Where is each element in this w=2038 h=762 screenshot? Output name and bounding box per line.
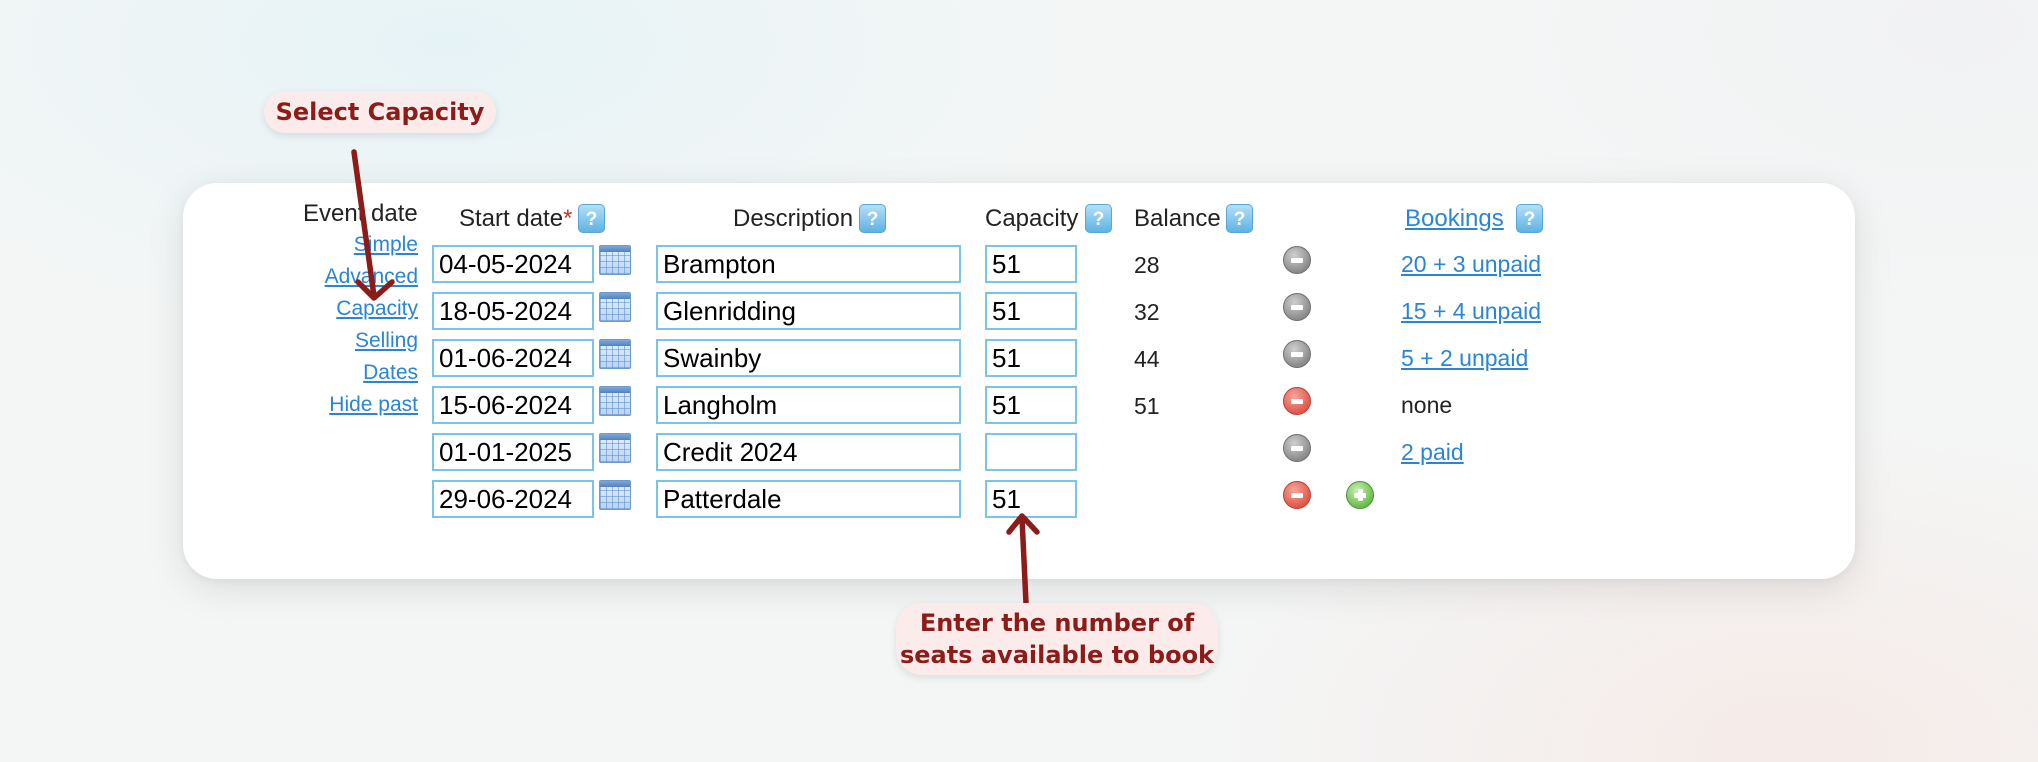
- add-row-icon[interactable]: [1346, 481, 1374, 509]
- delete-row-icon[interactable]: [1283, 434, 1311, 462]
- delete-row-icon[interactable]: [1283, 340, 1311, 368]
- start-date-input[interactable]: [432, 433, 594, 471]
- description-input[interactable]: [656, 245, 961, 283]
- nav-advanced-link[interactable]: Advanced: [268, 265, 418, 289]
- select-capacity-text: Select Capacity: [275, 98, 485, 126]
- delete-row-icon[interactable]: [1283, 246, 1311, 274]
- description-input[interactable]: [656, 339, 961, 377]
- enter-seats-text-line1: Enter the number of: [919, 609, 1195, 637]
- calendar-icon[interactable]: [599, 386, 631, 416]
- description-input[interactable]: [656, 480, 961, 518]
- nav-simple-link[interactable]: Simple: [268, 233, 418, 257]
- bookings-help-icon[interactable]: ?: [1516, 204, 1543, 233]
- required-mark: *: [563, 205, 573, 232]
- balance-value: 51: [1134, 393, 1160, 419]
- nav-hide-past-link[interactable]: Hide past: [268, 393, 418, 417]
- calendar-icon[interactable]: [599, 292, 631, 322]
- start-date-input[interactable]: [432, 245, 594, 283]
- capacity-input[interactable]: [985, 292, 1077, 330]
- event-dates-panel: Event date Start date* ? Description ? C…: [183, 183, 1855, 579]
- description-help-icon[interactable]: ?: [859, 204, 886, 233]
- calendar-icon[interactable]: [599, 245, 631, 275]
- enter-seats-callout: Enter the number of seats available to b…: [896, 603, 1218, 675]
- start-date-input[interactable]: [432, 339, 594, 377]
- enter-seats-text-line2: seats available to book: [899, 641, 1215, 669]
- delete-row-icon[interactable]: [1283, 293, 1311, 321]
- event-date-label: Event date: [303, 200, 418, 227]
- select-capacity-callout: Select Capacity: [264, 91, 496, 133]
- nav-capacity-link[interactable]: Capacity: [268, 297, 418, 321]
- description-header: Description: [733, 205, 854, 232]
- calendar-icon[interactable]: [599, 433, 631, 463]
- bookings-link[interactable]: 5 + 2 unpaid: [1401, 345, 1528, 372]
- balance-help-icon[interactable]: ?: [1226, 204, 1253, 233]
- capacity-input[interactable]: [985, 386, 1077, 424]
- calendar-icon[interactable]: [599, 480, 631, 510]
- start-date-input[interactable]: [432, 480, 594, 518]
- bookings-value: none: [1401, 392, 1453, 418]
- start-date-header-label: Start date: [459, 205, 564, 232]
- start-date-header: Start date*: [459, 205, 572, 233]
- capacity-input[interactable]: [985, 433, 1077, 471]
- capacity-header: Capacity: [985, 205, 1079, 232]
- capacity-input[interactable]: [985, 339, 1077, 377]
- capacity-input[interactable]: [985, 480, 1077, 518]
- capacity-help-icon[interactable]: ?: [1085, 204, 1112, 233]
- balance-header: Balance: [1134, 205, 1221, 232]
- balance-value: 44: [1134, 346, 1160, 372]
- balance-value: 32: [1134, 299, 1160, 325]
- start-date-input[interactable]: [432, 292, 594, 330]
- description-input[interactable]: [656, 433, 961, 471]
- description-input[interactable]: [656, 292, 961, 330]
- description-input[interactable]: [656, 386, 961, 424]
- nav-selling-link[interactable]: Selling: [268, 329, 418, 353]
- delete-row-icon[interactable]: [1283, 387, 1311, 415]
- bookings-link[interactable]: 15 + 4 unpaid: [1401, 298, 1541, 325]
- balance-value: 28: [1134, 252, 1160, 278]
- bookings-header-link[interactable]: Bookings: [1405, 205, 1504, 233]
- calendar-icon[interactable]: [599, 339, 631, 369]
- bookings-link[interactable]: 2 paid: [1401, 439, 1464, 466]
- nav-dates-link[interactable]: Dates: [268, 361, 418, 385]
- capacity-input[interactable]: [985, 245, 1077, 283]
- delete-row-icon[interactable]: [1283, 481, 1311, 509]
- bookings-link[interactable]: 20 + 3 unpaid: [1401, 251, 1541, 278]
- start-date-input[interactable]: [432, 386, 594, 424]
- start-date-help-icon[interactable]: ?: [578, 204, 605, 233]
